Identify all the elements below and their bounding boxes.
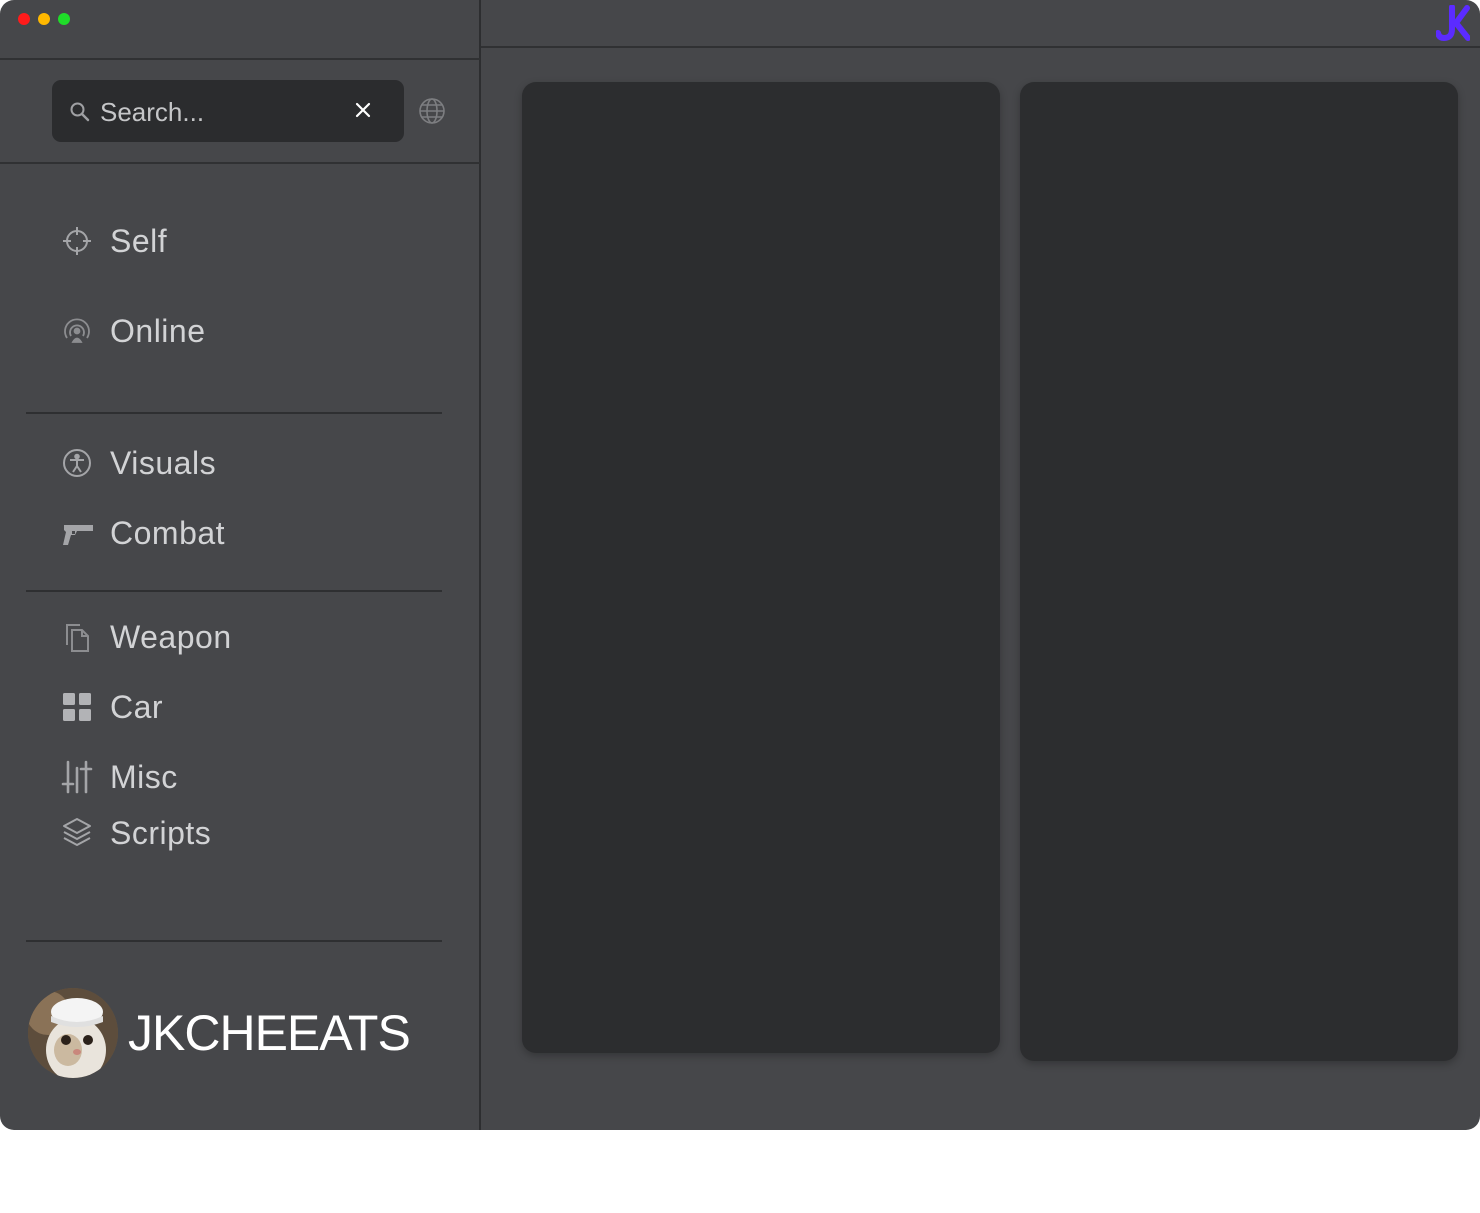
sidebar: Search... Self Online Visuals Combat Wea… [0,0,481,1130]
app-window: Search... Self Online Visuals Combat Wea… [0,0,1480,1130]
search-icon [69,101,91,128]
sidebar-item-label: Combat [110,514,226,551]
broadcast-icon [60,314,94,348]
sidebar-item-label: Visuals [110,444,217,481]
sidebar-divider [0,58,480,60]
nav-separator [26,412,442,414]
search-input[interactable]: Search... [100,97,204,128]
gun-icon [60,516,94,550]
globe-icon[interactable] [418,97,446,130]
sidebar-item-car[interactable]: Car [60,687,163,727]
sidebar-item-label: Misc [110,758,178,795]
top-bar [481,0,1480,48]
sidebar-item-weapon[interactable]: Weapon [60,617,232,657]
sidebar-item-misc[interactable]: Misc [60,757,178,797]
jk-logo-icon [1435,4,1471,48]
sidebar-item-visuals[interactable]: Visuals [60,443,216,483]
content-panel-right [1020,82,1458,1061]
avatar[interactable] [28,988,118,1078]
accessibility-icon [60,446,94,480]
sidebar-item-label: Car [110,688,164,725]
content-panel-left [522,82,1000,1053]
sidebar-item-self[interactable]: Self [60,221,167,261]
sidebar-divider [0,162,480,164]
close-icon[interactable] [354,98,372,120]
sidebar-item-label: Weapon [110,618,232,655]
nav-separator [26,590,442,592]
grid-icon [60,690,94,724]
sidebar-item-online[interactable]: Online [60,311,206,351]
username: JKCHEEATS [128,1005,411,1061]
nav-separator [26,940,442,942]
sidebar-item-label: Self [110,222,168,259]
sidebar-item-combat[interactable]: Combat [60,513,225,553]
search-box[interactable]: Search... [52,80,404,142]
layers-icon [60,816,94,850]
sidebar-item-label: Online [110,312,206,349]
crosshair-icon [60,224,94,258]
sidebar-item-scripts[interactable]: Scripts [60,813,211,853]
copy-icon [60,620,94,654]
user-profile[interactable]: JKCHEEATS [28,988,411,1078]
sliders-icon [60,760,94,794]
sidebar-item-label: Scripts [110,814,212,851]
